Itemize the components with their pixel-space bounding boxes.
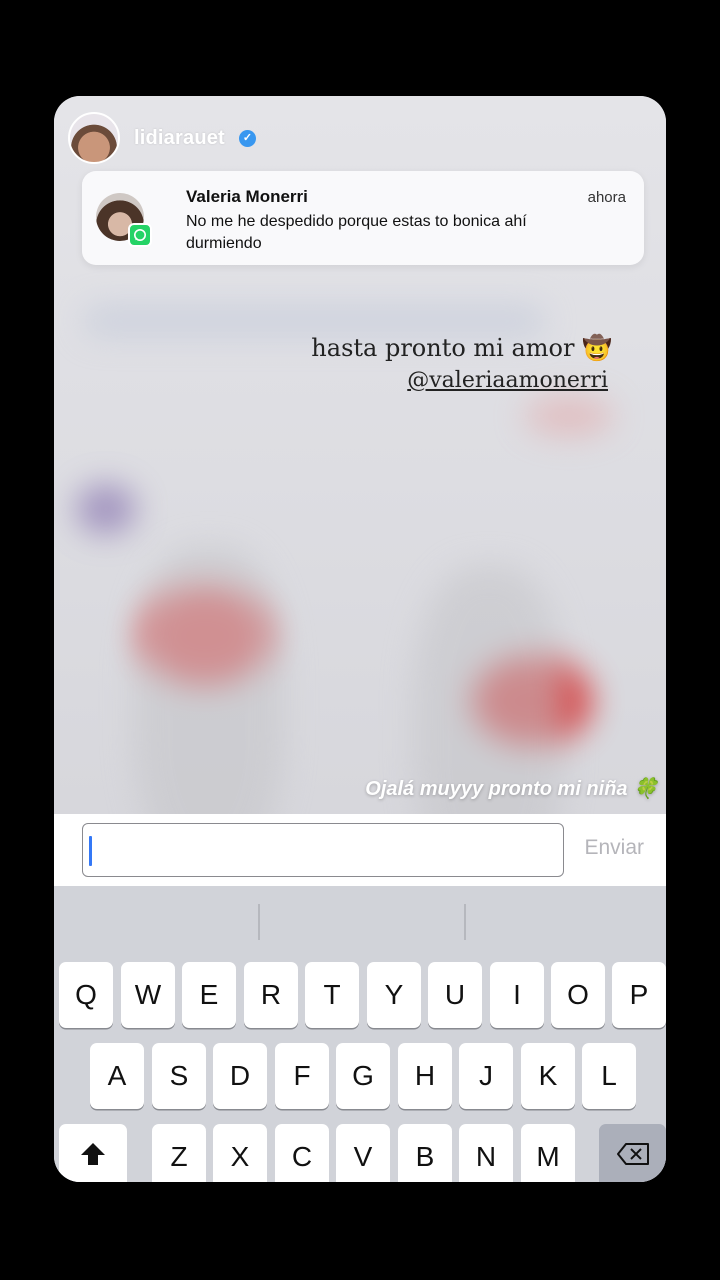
key-f[interactable]: F <box>275 1043 329 1109</box>
shift-icon <box>79 1141 107 1174</box>
key-u[interactable]: U <box>428 962 482 1028</box>
key-b[interactable]: B <box>398 1124 452 1182</box>
notification-message: No me he despedido porque estas to bonic… <box>186 213 527 252</box>
story-viewer[interactable]: lidiarauet ✓ Valeria Monerri ahora No me… <box>54 96 666 1182</box>
avatar[interactable] <box>68 112 120 164</box>
blurred-shape <box>524 396 614 436</box>
key-j[interactable]: J <box>459 1043 513 1109</box>
text-caret <box>89 836 92 866</box>
mention-link[interactable]: @valeriaamonerri <box>407 368 608 393</box>
keyboard-row-2: A S D F G H J K L <box>54 1043 666 1109</box>
reply-input[interactable] <box>82 823 564 877</box>
keyboard-row-3: Z X C V B N M <box>54 1124 666 1182</box>
key-n[interactable]: N <box>459 1124 513 1182</box>
key-h[interactable]: H <box>398 1043 452 1109</box>
key-w[interactable]: W <box>121 962 175 1028</box>
key-s[interactable]: S <box>152 1043 206 1109</box>
keyboard-row-1: Q W E R T Y U I O P <box>54 962 666 1028</box>
key-g[interactable]: G <box>336 1043 390 1109</box>
key-z[interactable]: Z <box>152 1124 206 1182</box>
key-x[interactable]: X <box>213 1124 267 1182</box>
username[interactable]: lidiarauet <box>134 127 225 150</box>
key-m[interactable]: M <box>521 1124 575 1182</box>
blurred-shape <box>84 306 544 336</box>
key-t[interactable]: T <box>305 962 359 1028</box>
story-header[interactable]: lidiarauet ✓ <box>68 112 256 164</box>
key-q[interactable]: Q <box>59 962 113 1028</box>
key-e[interactable]: E <box>182 962 236 1028</box>
key-v[interactable]: V <box>336 1124 390 1182</box>
key-p[interactable]: P <box>612 962 666 1028</box>
send-button[interactable]: Enviar <box>584 836 644 860</box>
key-k[interactable]: K <box>521 1043 575 1109</box>
key-o[interactable]: O <box>551 962 605 1028</box>
verified-badge-icon: ✓ <box>238 129 256 147</box>
notification-banner[interactable]: Valeria Monerri ahora No me he despedido… <box>82 171 644 265</box>
notification-sender: Valeria Monerri <box>186 187 308 206</box>
key-c[interactable]: C <box>275 1124 329 1182</box>
key-y[interactable]: Y <box>367 962 421 1028</box>
suggestion-divider <box>258 904 260 940</box>
notification-time: ahora <box>587 189 626 206</box>
key-d[interactable]: D <box>213 1043 267 1109</box>
key-i[interactable]: I <box>490 962 544 1028</box>
delete-key[interactable] <box>599 1124 666 1182</box>
reply-bar: Enviar <box>54 814 666 886</box>
shift-key[interactable] <box>59 1124 127 1182</box>
whatsapp-icon <box>128 223 152 247</box>
key-r[interactable]: R <box>244 962 298 1028</box>
backspace-icon <box>616 1141 650 1173</box>
story-caption-bottom: Ojalá muyyy pronto mi niña 🍀 <box>365 778 658 800</box>
blurred-shape <box>76 484 136 534</box>
key-a[interactable]: A <box>90 1043 144 1109</box>
keyboard: Q W E R T Y U I O P A S D F G H J K L Z … <box>54 886 666 1182</box>
story-caption: hasta pronto mi amor 🤠 <box>311 334 612 362</box>
suggestion-divider <box>464 904 466 940</box>
key-l[interactable]: L <box>582 1043 636 1109</box>
